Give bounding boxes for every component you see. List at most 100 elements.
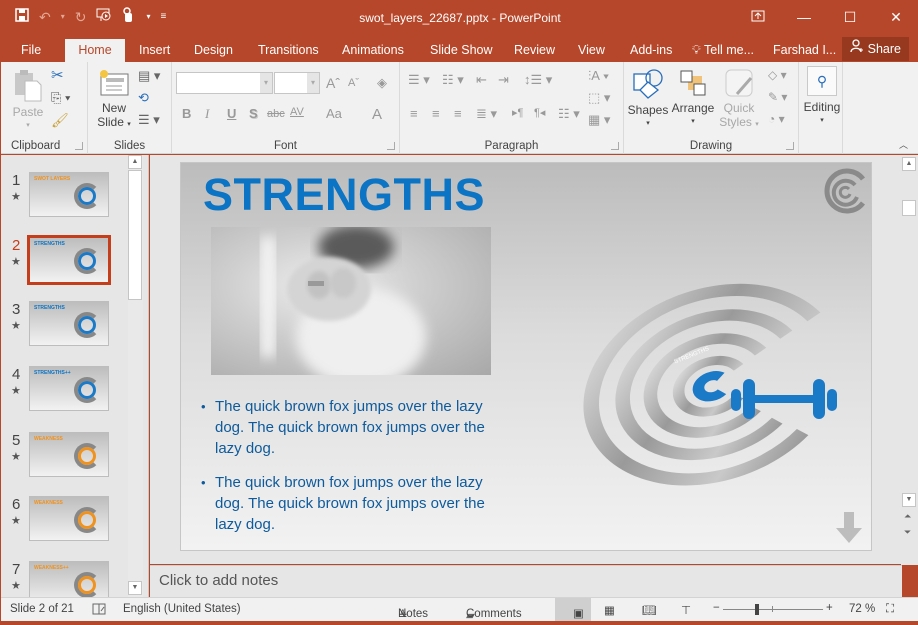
zoom-slider-thumb[interactable] bbox=[755, 604, 760, 615]
tell-me-box[interactable]: 💡︎ Tell me... bbox=[682, 39, 764, 62]
font-dialog-launcher[interactable] bbox=[387, 142, 395, 150]
arrange-button[interactable]: Arrange ▾ bbox=[670, 68, 716, 129]
normal-view-button[interactable]: ▣ bbox=[555, 598, 591, 621]
fit-slide-icon[interactable]: ⛶ bbox=[886, 603, 894, 616]
next-slide-icon[interactable]: ⏷ bbox=[904, 527, 911, 538]
tab-file[interactable]: File bbox=[11, 39, 51, 62]
ltr-icon[interactable]: ▸¶ bbox=[512, 106, 523, 119]
scroll-up-arrow[interactable]: ▲ bbox=[902, 157, 916, 171]
tab-add-ins[interactable]: Add-ins bbox=[620, 39, 682, 62]
paste-button[interactable]: Paste ▾ bbox=[9, 68, 47, 133]
ribbon-display-options-icon[interactable] bbox=[735, 1, 781, 35]
slide-body-text[interactable]: The quick brown fox jumps over the lazy … bbox=[201, 396, 511, 548]
increase-font-size-icon[interactable]: Aˆ bbox=[326, 75, 340, 91]
slide-thumbnail[interactable]: WEAKNESS bbox=[29, 432, 109, 477]
scroll-down-arrow[interactable]: ▼ bbox=[128, 581, 142, 595]
character-spacing-button[interactable]: AV bbox=[290, 106, 304, 118]
clear-formatting-icon[interactable]: ◈ bbox=[377, 75, 387, 91]
change-case-button[interactable]: Aa bbox=[326, 106, 342, 121]
line-spacing-icon[interactable]: ↕☰ ▾ bbox=[524, 72, 552, 88]
text-direction-icon[interactable]: ⫶A ▾ bbox=[588, 68, 609, 84]
copy-icon[interactable]: ⎘ ▾ bbox=[51, 90, 70, 106]
bullets-icon[interactable]: ☰ ▾ bbox=[408, 72, 430, 88]
columns-icon[interactable]: ☷ ▾ bbox=[558, 106, 580, 122]
clipboard-dialog-launcher[interactable] bbox=[75, 142, 83, 150]
notes-pane[interactable]: Click to add notes bbox=[150, 565, 902, 597]
font-color-button[interactable]: A bbox=[372, 106, 382, 123]
zoom-in-button[interactable]: + bbox=[826, 602, 833, 614]
slide-sorter-icon[interactable]: ▦ bbox=[604, 603, 615, 617]
scroll-down-arrow[interactable]: ▼ bbox=[902, 493, 916, 507]
bold-button[interactable]: B bbox=[182, 106, 191, 121]
previous-slide-icon[interactable]: ⏶ bbox=[904, 511, 911, 522]
share-button[interactable]: Share bbox=[842, 37, 909, 61]
scroll-thumb[interactable] bbox=[128, 170, 142, 300]
font-size-combo[interactable]: ▾ bbox=[274, 72, 320, 94]
quick-styles-button[interactable]: Quick Styles ▾ bbox=[716, 68, 762, 132]
scroll-thumb[interactable] bbox=[902, 200, 916, 216]
slide-thumbnail[interactable]: STRENGTHS bbox=[27, 235, 111, 285]
align-left-icon[interactable]: ≡ bbox=[410, 106, 418, 121]
slide-scrollbar[interactable]: ▲ ▼ ⏶ ⏷ bbox=[901, 155, 918, 565]
font-size-dropdown-icon[interactable]: ▾ bbox=[307, 73, 319, 93]
layout-icon[interactable]: ▤ ▾ bbox=[138, 68, 160, 84]
strikethrough-button[interactable]: abc bbox=[267, 108, 285, 120]
editing-button[interactable]: ⚲ Editing ▾ bbox=[801, 66, 843, 128]
section-icon[interactable]: ☰ ▾ bbox=[138, 112, 160, 128]
cut-icon[interactable]: ✂ bbox=[51, 66, 64, 84]
slide-show-icon[interactable]: ⊤ bbox=[681, 603, 691, 617]
shape-outline-icon[interactable]: ✎ ▾ bbox=[768, 90, 787, 104]
tab-home[interactable]: Home bbox=[65, 39, 125, 62]
numbering-icon[interactable]: ☷ ▾ bbox=[442, 72, 464, 88]
zoom-out-button[interactable]: − bbox=[713, 602, 720, 614]
slide-thumbnail[interactable]: STRENGTHS++ bbox=[29, 366, 109, 411]
decrease-font-size-icon[interactable]: Aˇ bbox=[348, 77, 359, 89]
italic-button[interactable]: I bbox=[205, 106, 209, 122]
tab-design[interactable]: Design bbox=[184, 39, 243, 62]
align-right-icon[interactable]: ≡ bbox=[454, 106, 462, 121]
current-slide[interactable]: STRENGTHS • The quick brown fox jumps ov… bbox=[180, 162, 872, 551]
close-icon[interactable]: ✕ bbox=[873, 1, 918, 35]
tab-review[interactable]: Review bbox=[504, 39, 565, 62]
slide-title[interactable]: STRENGTHS bbox=[203, 169, 485, 221]
reading-view-icon[interactable]: 📖︎ bbox=[642, 603, 657, 617]
underline-button[interactable]: U bbox=[227, 106, 236, 121]
language-indicator[interactable]: English (United States) bbox=[123, 603, 241, 615]
shadow-button[interactable]: S bbox=[249, 106, 258, 121]
increase-indent-icon[interactable]: ⇥ bbox=[498, 72, 509, 88]
reset-slide-icon[interactable]: ⟲ bbox=[138, 90, 149, 106]
decrease-indent-icon[interactable]: ⇤ bbox=[476, 72, 487, 88]
minimize-icon[interactable]: — bbox=[781, 1, 827, 35]
tab-slide-show[interactable]: Slide Show bbox=[420, 39, 503, 62]
tab-insert[interactable]: Insert bbox=[129, 39, 180, 62]
tab-view[interactable]: View bbox=[568, 39, 615, 62]
drawing-dialog-launcher[interactable] bbox=[786, 142, 794, 150]
fist-photo[interactable] bbox=[211, 227, 491, 375]
zoom-slider[interactable] bbox=[723, 604, 823, 615]
strengths-rings-graphic[interactable]: STRENGTHS bbox=[561, 255, 861, 495]
user-account[interactable]: Farshad I... bbox=[763, 39, 846, 62]
collapse-ribbon-icon[interactable]: ︿ bbox=[899, 138, 908, 151]
shape-fill-icon[interactable]: ◇ ▾ bbox=[768, 68, 787, 82]
font-name-dropdown-icon[interactable]: ▾ bbox=[260, 73, 272, 93]
shapes-button[interactable]: Shapes ▾ bbox=[626, 68, 670, 131]
slide-thumbnail[interactable]: SWOT LAYERS bbox=[29, 172, 109, 217]
rtl-icon[interactable]: ¶◂ bbox=[534, 106, 545, 119]
thumbnails-scrollbar[interactable]: ▲ ▼ bbox=[128, 155, 143, 597]
shape-effects-icon[interactable]: ◔ ▾ bbox=[768, 112, 785, 126]
tab-transitions[interactable]: Transitions bbox=[248, 39, 329, 62]
spelling-check-icon[interactable] bbox=[92, 603, 106, 618]
new-slide-button[interactable]: New Slide ▾ bbox=[94, 68, 134, 132]
scroll-up-arrow[interactable]: ▲ bbox=[128, 155, 142, 169]
center-icon[interactable]: ≡ bbox=[432, 106, 440, 121]
justify-icon[interactable]: ≣ ▾ bbox=[476, 106, 497, 122]
convert-to-smartart-icon[interactable]: ▦ ▾ bbox=[588, 112, 610, 128]
maximize-icon[interactable]: ☐ bbox=[827, 1, 873, 35]
zoom-level[interactable]: 72 % bbox=[849, 603, 875, 615]
font-name-combo[interactable]: ▾ bbox=[176, 72, 273, 94]
tab-animations[interactable]: Animations bbox=[332, 39, 414, 62]
align-text-icon[interactable]: ⬚ ▾ bbox=[588, 90, 610, 106]
slide-thumbnail[interactable]: WEAKNESS bbox=[29, 496, 109, 541]
slide-thumbnail[interactable]: STRENGTHS bbox=[29, 301, 109, 346]
format-painter-icon[interactable]: 🖌︎ bbox=[51, 112, 69, 129]
